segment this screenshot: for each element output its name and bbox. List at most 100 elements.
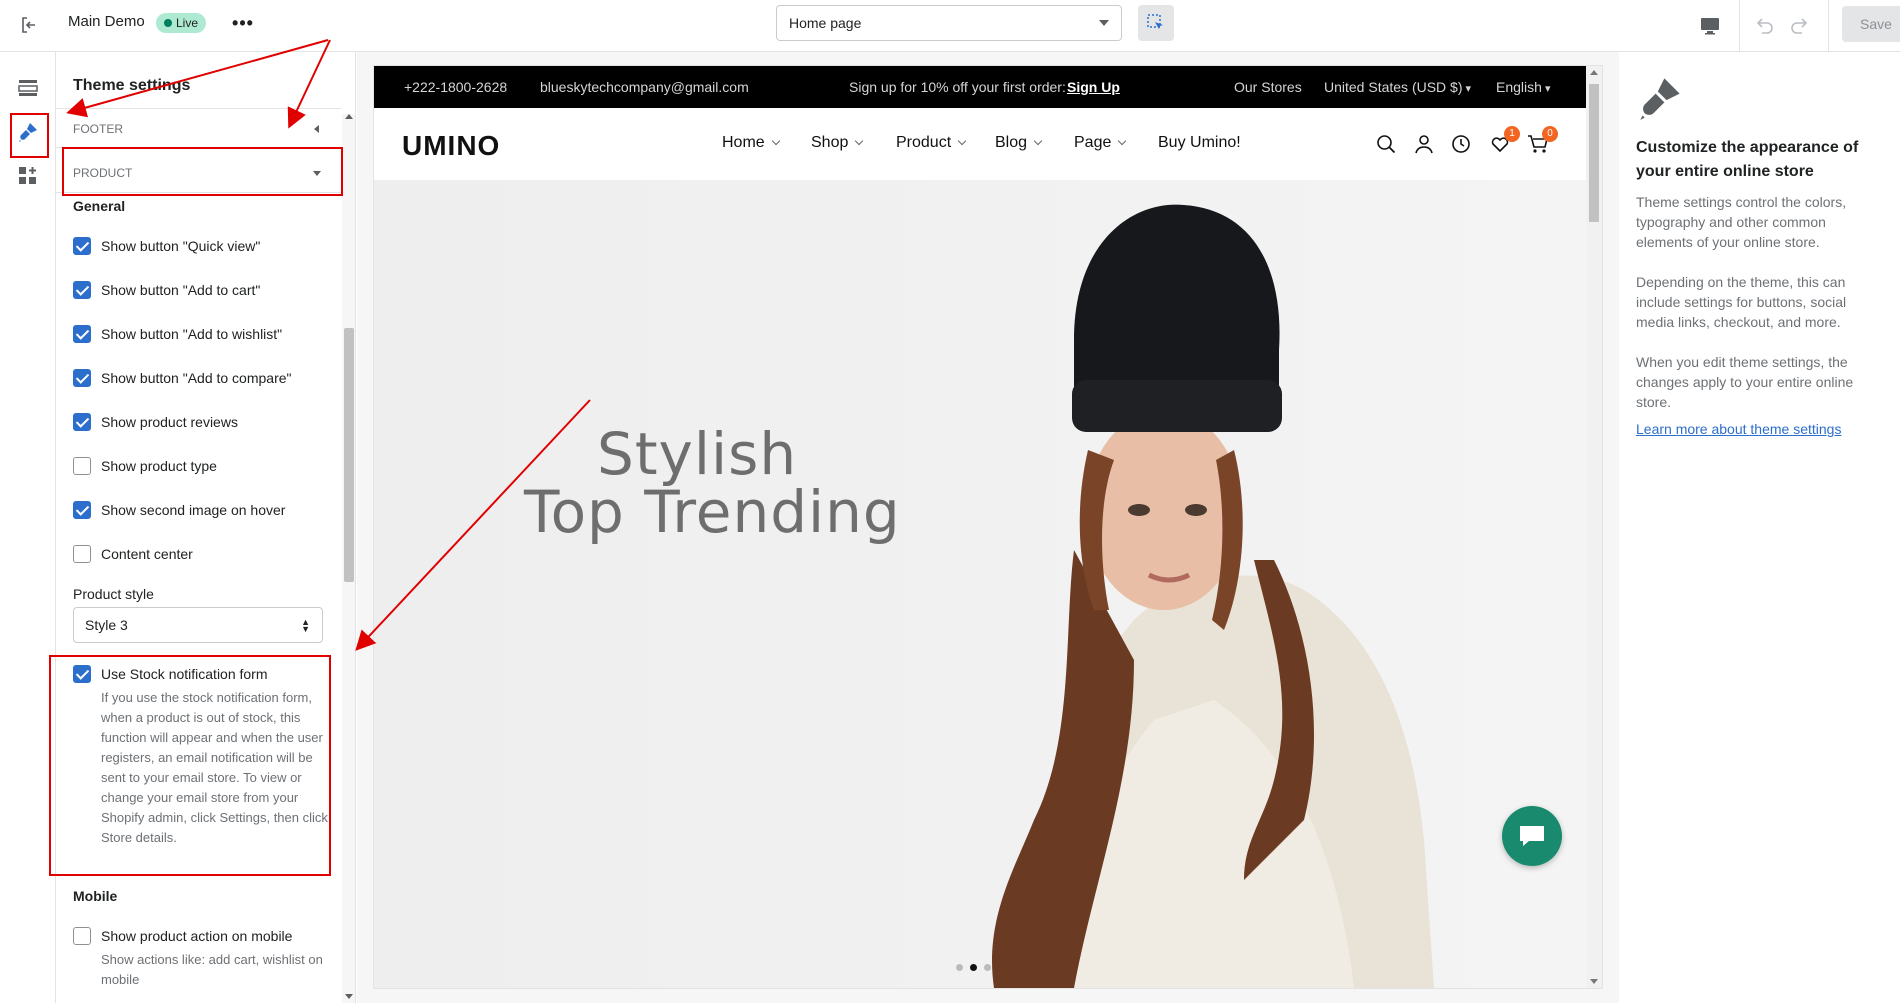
status-badge: Live: [156, 13, 207, 33]
store-header: UMINO Home Shop Product Blog Page Buy Um…: [374, 108, 1586, 180]
checkbox-add-to-wishlist[interactable]: Show button "Add to wishlist": [73, 324, 282, 344]
checkbox-label: Show button "Add to cart": [101, 282, 261, 298]
stock-help-text: If you use the stock notification form, …: [101, 690, 328, 845]
sections-button[interactable]: [12, 72, 44, 104]
paintbrush-icon: [19, 123, 37, 142]
chevron-down-icon: [1099, 20, 1109, 26]
inspector-button[interactable]: [1138, 5, 1174, 41]
checkbox-label: Show button "Add to compare": [101, 370, 292, 386]
language-select[interactable]: English: [1496, 66, 1551, 110]
cart-icon[interactable]: 0: [1526, 126, 1558, 156]
cart-count: 0: [1542, 126, 1558, 142]
currency-select[interactable]: United States (USD $): [1324, 66, 1471, 110]
checkbox[interactable]: [73, 369, 91, 387]
checkbox-product-type[interactable]: Show product type: [73, 456, 217, 476]
theme-settings-button[interactable]: [12, 116, 44, 148]
checkbox-label: Content center: [101, 546, 193, 562]
wishlist-count: 1: [1504, 126, 1520, 142]
search-icon[interactable]: [1374, 132, 1398, 156]
nav-product[interactable]: Product: [896, 134, 965, 152]
wishlist-icon[interactable]: 1: [1488, 126, 1520, 156]
slide-dot-active[interactable]: [970, 964, 977, 971]
product-style-select[interactable]: Style 3 ▲ ▼: [73, 607, 323, 643]
page-select[interactable]: Home page: [776, 5, 1122, 41]
our-stores-link[interactable]: Our Stores: [1234, 66, 1302, 108]
store-email[interactable]: blueskytechcompany@gmail.com: [540, 66, 749, 108]
store-phone[interactable]: +222-1800-2628: [404, 66, 507, 108]
checkbox-label: Show product type: [101, 458, 217, 474]
inspect-icon: [1147, 14, 1163, 29]
checkbox[interactable]: [73, 413, 91, 431]
learn-more-link[interactable]: Learn more about theme settings: [1636, 421, 1841, 437]
signup-link[interactable]: Sign Up: [1067, 66, 1120, 108]
scroll-down-icon[interactable]: [345, 994, 353, 999]
slide-dot[interactable]: [984, 964, 991, 971]
checkbox-add-to-compare[interactable]: Show button "Add to compare": [73, 368, 292, 388]
checkbox-content-center[interactable]: Content center: [73, 544, 193, 564]
exit-icon[interactable]: [14, 10, 44, 40]
recently-viewed-icon[interactable]: [1449, 132, 1473, 156]
hero-slideshow[interactable]: Stylish Top Trending: [374, 180, 1586, 988]
undo-button[interactable]: [1748, 10, 1780, 42]
checkbox[interactable]: [73, 457, 91, 475]
checkbox[interactable]: [73, 927, 91, 945]
general-heading: General: [73, 198, 126, 214]
chevron-down-icon: [313, 171, 321, 176]
hero-model-image: [374, 180, 1586, 988]
scroll-thumb[interactable]: [344, 328, 354, 582]
nav-buy-umino[interactable]: Buy Umino!: [1158, 134, 1241, 152]
checkbox[interactable]: [73, 325, 91, 343]
theme-settings-panel: Theme settings FOOTER PRODUCT General Sh…: [56, 52, 356, 1003]
scroll-down-icon[interactable]: [1590, 979, 1598, 984]
chat-icon: [1520, 826, 1544, 846]
chevron-left-icon: [314, 125, 319, 133]
scroll-up-icon[interactable]: [1590, 70, 1598, 75]
desktop-icon: [1701, 18, 1719, 35]
section-product[interactable]: PRODUCT: [56, 153, 341, 193]
slide-dot[interactable]: [956, 964, 963, 971]
checkbox-label: Use Stock notification form: [101, 666, 268, 682]
more-actions-button[interactable]: •••: [228, 10, 258, 40]
preview-scrollbar[interactable]: [1586, 66, 1602, 988]
scroll-thumb[interactable]: [1589, 84, 1599, 222]
checkbox-mobile-action[interactable]: Show product action on mobile: [73, 926, 292, 946]
promo-text: Sign up for 10% off your first order:: [849, 79, 1066, 95]
checkbox-second-image[interactable]: Show second image on hover: [73, 500, 285, 520]
hero-heading-line-2: Top Trending: [524, 478, 901, 546]
apps-icon: [19, 167, 36, 184]
checkbox-add-to-cart[interactable]: Show button "Add to cart": [73, 280, 260, 300]
checkbox-stock-notification[interactable]: Use Stock notification form: [73, 664, 268, 684]
checkbox-label: Show button "Add to wishlist": [101, 326, 283, 342]
redo-icon: [1791, 18, 1808, 34]
redo-button[interactable]: [1784, 10, 1816, 42]
checkbox[interactable]: [73, 545, 91, 563]
checkbox[interactable]: [73, 665, 91, 683]
announcement-bar: +222-1800-2628 blueskytechcompany@gmail.…: [374, 66, 1586, 108]
section-product-label: PRODUCT: [73, 166, 133, 180]
scroll-up-icon[interactable]: [345, 114, 353, 119]
info-title: Customize the appearance of your entire …: [1636, 139, 1859, 180]
section-footer[interactable]: FOOTER: [56, 108, 341, 148]
nav-shop[interactable]: Shop: [811, 134, 862, 152]
checkbox-quick-view[interactable]: Show button "Quick view": [73, 236, 260, 256]
info-paragraph-1: Theme settings control the colors, typog…: [1636, 194, 1847, 250]
desktop-view-button[interactable]: [1694, 10, 1726, 42]
store-logo[interactable]: UMINO: [402, 130, 500, 162]
nav-page[interactable]: Page: [1074, 134, 1125, 152]
mobile-heading: Mobile: [73, 888, 118, 904]
divider: [1739, 0, 1740, 52]
store-preview: +222-1800-2628 blueskytechcompany@gmail.…: [374, 66, 1602, 988]
app-embeds-button[interactable]: [12, 160, 44, 192]
account-icon[interactable]: [1412, 132, 1436, 156]
save-button[interactable]: Save: [1842, 6, 1900, 42]
mobile-help-text: Show actions like: add cart, wishlist on…: [101, 952, 323, 987]
info-paragraph-3: When you edit theme settings, the change…: [1636, 354, 1854, 410]
chat-button[interactable]: [1502, 806, 1562, 866]
nav-home[interactable]: Home: [722, 134, 779, 152]
nav-blog[interactable]: Blog: [995, 134, 1041, 152]
checkbox[interactable]: [73, 501, 91, 519]
checkbox[interactable]: [73, 237, 91, 255]
panel-scrollbar[interactable]: [342, 114, 355, 1003]
checkbox[interactable]: [73, 281, 91, 299]
checkbox-product-reviews[interactable]: Show product reviews: [73, 412, 238, 432]
